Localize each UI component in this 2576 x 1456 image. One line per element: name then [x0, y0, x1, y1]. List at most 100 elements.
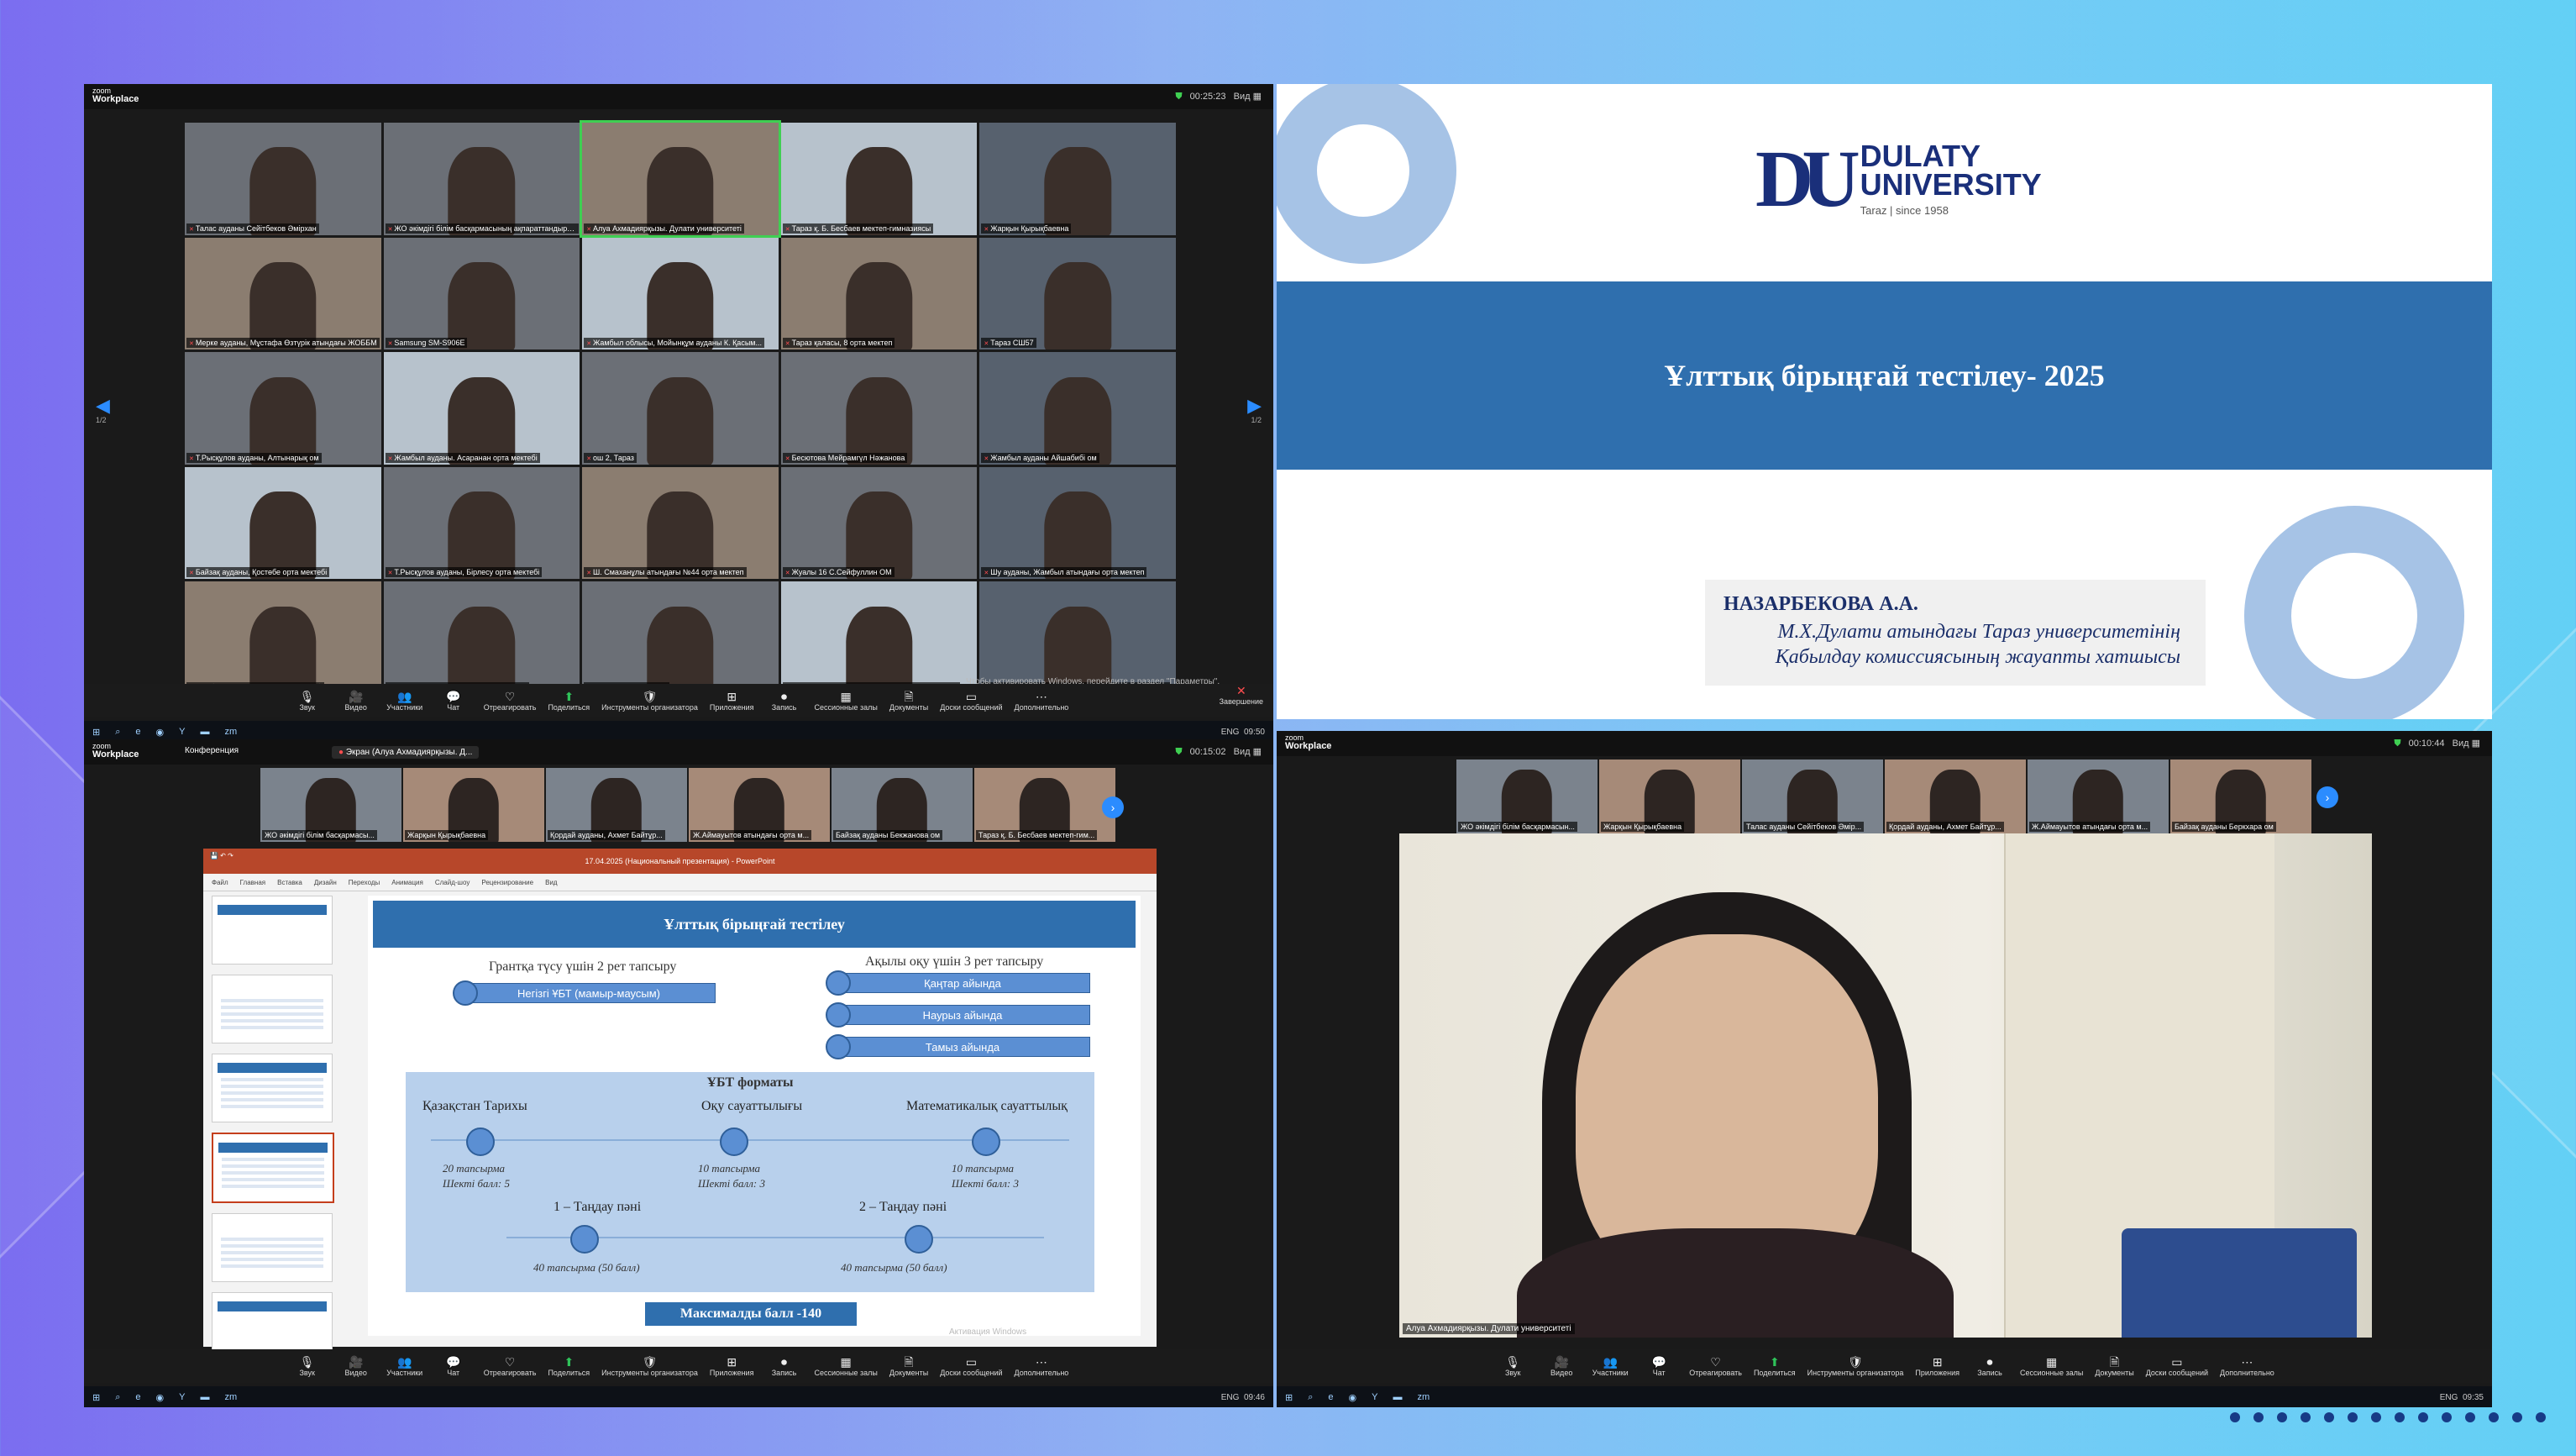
edge-icon[interactable]: e [135, 1392, 140, 1402]
participant-thumbnail[interactable]: Байзақ ауданы Бекжанова ом [832, 768, 973, 842]
participant-tile[interactable]: жамбыл ауданы Әйім Тараз мектебі [185, 581, 381, 694]
yandex-icon[interactable]: Y [179, 1392, 185, 1402]
participant-tile[interactable]: Жарқын Қырықбаевна [979, 123, 1176, 235]
search-icon[interactable]: ⌕ [115, 727, 120, 738]
ppt-ribbon-tab[interactable]: Дизайн [314, 879, 337, 886]
whiteboard-button[interactable]: ▭ Доски сообщений [940, 1349, 1002, 1383]
edge-icon[interactable]: e [1328, 1392, 1333, 1402]
chat-button[interactable]: 💬 Чат [435, 684, 472, 717]
participant-tile[interactable]: Жамбыл облысы, Мойынқұм ауданы К. Қасым.… [582, 237, 779, 350]
participant-thumbnail[interactable]: Талас ауданы Сейітбеков Әмір... [1742, 760, 1883, 833]
conference-menu[interactable]: Конференция [185, 746, 239, 755]
more-button[interactable]: ⋯ Дополнительно [1015, 684, 1069, 717]
participants-button[interactable]: 👥 Участники [386, 684, 423, 717]
participant-thumbnail[interactable]: ЖО әкімдігі білім басқармасын... [1456, 760, 1598, 833]
participant-tile[interactable]: Жамбыл ауданы Айшабибі ом [979, 352, 1176, 465]
participants-button[interactable]: 👥 Участники [386, 1349, 423, 1383]
react-button[interactable]: ♡ Отреагировать [484, 1349, 537, 1383]
share-button[interactable]: ⬆ Поделиться [548, 684, 590, 717]
participant-thumbnail[interactable]: ЖО әкімдігі білім басқармасы... [260, 768, 401, 842]
ppt-ribbon-tab[interactable]: Слайд-шоу [435, 879, 470, 886]
search-icon[interactable]: ⌕ [115, 1392, 120, 1403]
slide-thumbnail[interactable] [212, 975, 333, 1043]
participant-thumbnail[interactable]: Тараз қ. Б. Бесбаев мектеп-гим... [974, 768, 1115, 842]
whiteboard-button[interactable]: ▭ Доски сообщений [2146, 1349, 2208, 1383]
chrome-icon[interactable]: ◉ [156, 727, 165, 738]
zoom-app-icon[interactable]: zm [224, 1392, 237, 1402]
apps-button[interactable]: ⊞ Приложения [710, 684, 754, 717]
participant-tile[interactable]: ош 2, Тараз [582, 352, 779, 465]
chat-button[interactable]: 💬 Чат [435, 1349, 472, 1383]
participant-tile[interactable]: Алуа Ахмадиярқызы. Дулати университеті [580, 120, 781, 238]
slide-thumbnail[interactable] [212, 896, 333, 965]
apps-button[interactable]: ⊞ Приложения [710, 1349, 754, 1383]
zoom-app-icon[interactable]: zm [224, 727, 237, 737]
start-icon[interactable]: ⊞ [92, 1392, 100, 1403]
participant-tile[interactable]: Талас ауданы Сейітбеков Әмірхан [185, 123, 381, 235]
folder-icon[interactable]: ▬ [200, 727, 209, 737]
strip-next-arrow[interactable]: › [1102, 796, 1124, 818]
record-button[interactable]: ⏺ Запись [1971, 1349, 2008, 1383]
yandex-icon[interactable]: Y [179, 727, 185, 737]
microphone-button[interactable]: 🎙 Звук [289, 684, 326, 717]
chat-button[interactable]: 💬 Чат [1640, 1349, 1677, 1383]
breakout-button[interactable]: ▦ Сессионные залы [815, 684, 878, 717]
slide-thumbnail[interactable] [212, 1054, 333, 1122]
ppt-ribbon-tab[interactable]: Рецензирование [481, 879, 533, 886]
ppt-ribbon-tab[interactable]: Вставка [277, 879, 302, 886]
participant-tile[interactable]: Тараз қ. Б. Бесбаев мектеп-гимназиясы [780, 123, 978, 235]
edge-icon[interactable]: e [135, 727, 140, 737]
camera-button[interactable]: 🎥 Видео [1543, 1349, 1580, 1383]
participant-tile[interactable]: Тараз қаласы, 8 орта мектеп [780, 237, 978, 350]
whiteboard-button[interactable]: ▭ Доски сообщений [940, 684, 1002, 717]
breakout-button[interactable]: ▦ Сессионные залы [815, 1349, 878, 1383]
participant-tile[interactable]: Жуалы 16 С.Сейфуллин ОМ [780, 466, 978, 580]
participant-thumbnail[interactable]: Қордай ауданы, Ахмет Байтұр... [1885, 760, 2026, 833]
start-icon[interactable]: ⊞ [1285, 1392, 1293, 1403]
participant-tile[interactable]: Байзақ ауданы Сарыкемер мектеп-гимназияс… [780, 581, 978, 694]
participant-tile[interactable]: Жамбыл ауданы. Асаранан орта мектебі [383, 352, 580, 465]
participant-tile[interactable]: Бесютова Мейрамгүл Нәжанова [780, 352, 978, 465]
chrome-icon[interactable]: ◉ [1349, 1392, 1357, 1403]
more-button[interactable]: ⋯ Дополнительно [1015, 1349, 1069, 1383]
participant-tile[interactable]: Шу ауданы, Жамбыл атындағы орта мектеп [979, 466, 1176, 580]
participant-thumbnail[interactable]: Ж.Аймауытов атындағы орта м... [689, 768, 830, 842]
slide-thumbnail[interactable] [212, 1213, 333, 1282]
docs-button[interactable]: 🗎 Документы [2095, 1349, 2133, 1383]
end-meeting-button[interactable]: ✕ Завершение [1220, 684, 1263, 706]
ppt-ribbon-tab[interactable]: Переходы [349, 879, 380, 886]
react-button[interactable]: ♡ Отреагировать [1689, 1349, 1742, 1383]
folder-icon[interactable]: ▬ [1393, 1392, 1402, 1402]
participant-thumbnail[interactable]: Байзақ ауданы Беркхара ом [2170, 760, 2311, 833]
zoom-app-icon[interactable]: zm [1417, 1392, 1430, 1402]
docs-button[interactable]: 🗎 Документы [889, 684, 928, 717]
participant-tile[interactable]: Байзақ ауданы, Қостөбе орта мектебі [185, 466, 381, 580]
participant-tile[interactable]: Samsung SM-S906E [383, 237, 580, 350]
previous-page-arrow[interactable]: ◀ [96, 395, 110, 417]
camera-button[interactable]: 🎥 Видео [338, 1349, 375, 1383]
yandex-icon[interactable]: Y [1372, 1392, 1377, 1402]
host-tools-button[interactable]: 🛡 Инструменты организатора [1807, 1349, 1904, 1383]
participant-thumbnail[interactable]: Ж.Аймауытов атындағы орта м... [2028, 760, 2169, 833]
participant-tile[interactable]: №17 гимназия-Тараз қ. Райкулов М.Р. [383, 581, 580, 694]
participant-tile[interactable]: Ш. Смаханұлы атындағы №44 орта мектеп [582, 466, 779, 580]
microphone-button[interactable]: 🎙 Звук [1494, 1349, 1531, 1383]
view-button[interactable]: Вид [1234, 92, 1251, 102]
host-tools-button[interactable]: 🛡 Инструменты организатора [601, 1349, 698, 1383]
participant-tile[interactable]: Т.Рысқұлов ауданы, Бірлесу орта мектебі [383, 466, 580, 580]
participant-tile[interactable]: Тараз СШ57 [979, 237, 1176, 350]
participant-thumbnail[interactable]: Жарқын Қырықбаевна [403, 768, 544, 842]
share-button[interactable]: ⬆ Поделиться [548, 1349, 590, 1383]
ppt-ribbon-tab[interactable]: Главная [240, 879, 265, 886]
camera-button[interactable]: 🎥 Видео [338, 684, 375, 717]
breakout-button[interactable]: ▦ Сессионные залы [2020, 1349, 2083, 1383]
participants-button[interactable]: 👥 Участники [1592, 1349, 1629, 1383]
react-button[interactable]: ♡ Отреагировать [484, 684, 537, 717]
record-button[interactable]: ⏺ Запись [766, 684, 803, 717]
slide-thumbnail-selected[interactable] [212, 1133, 334, 1203]
microphone-button[interactable]: 🎙 Звук [289, 1349, 326, 1383]
share-button[interactable]: ⬆ Поделиться [1754, 1349, 1796, 1383]
ppt-ribbon-tab[interactable]: Анимация [391, 879, 423, 886]
participant-tile[interactable]: Мерке ауданы, Мұстафа Өзтүрік атындағы Ж… [185, 237, 381, 350]
chrome-icon[interactable]: ◉ [156, 1392, 165, 1403]
